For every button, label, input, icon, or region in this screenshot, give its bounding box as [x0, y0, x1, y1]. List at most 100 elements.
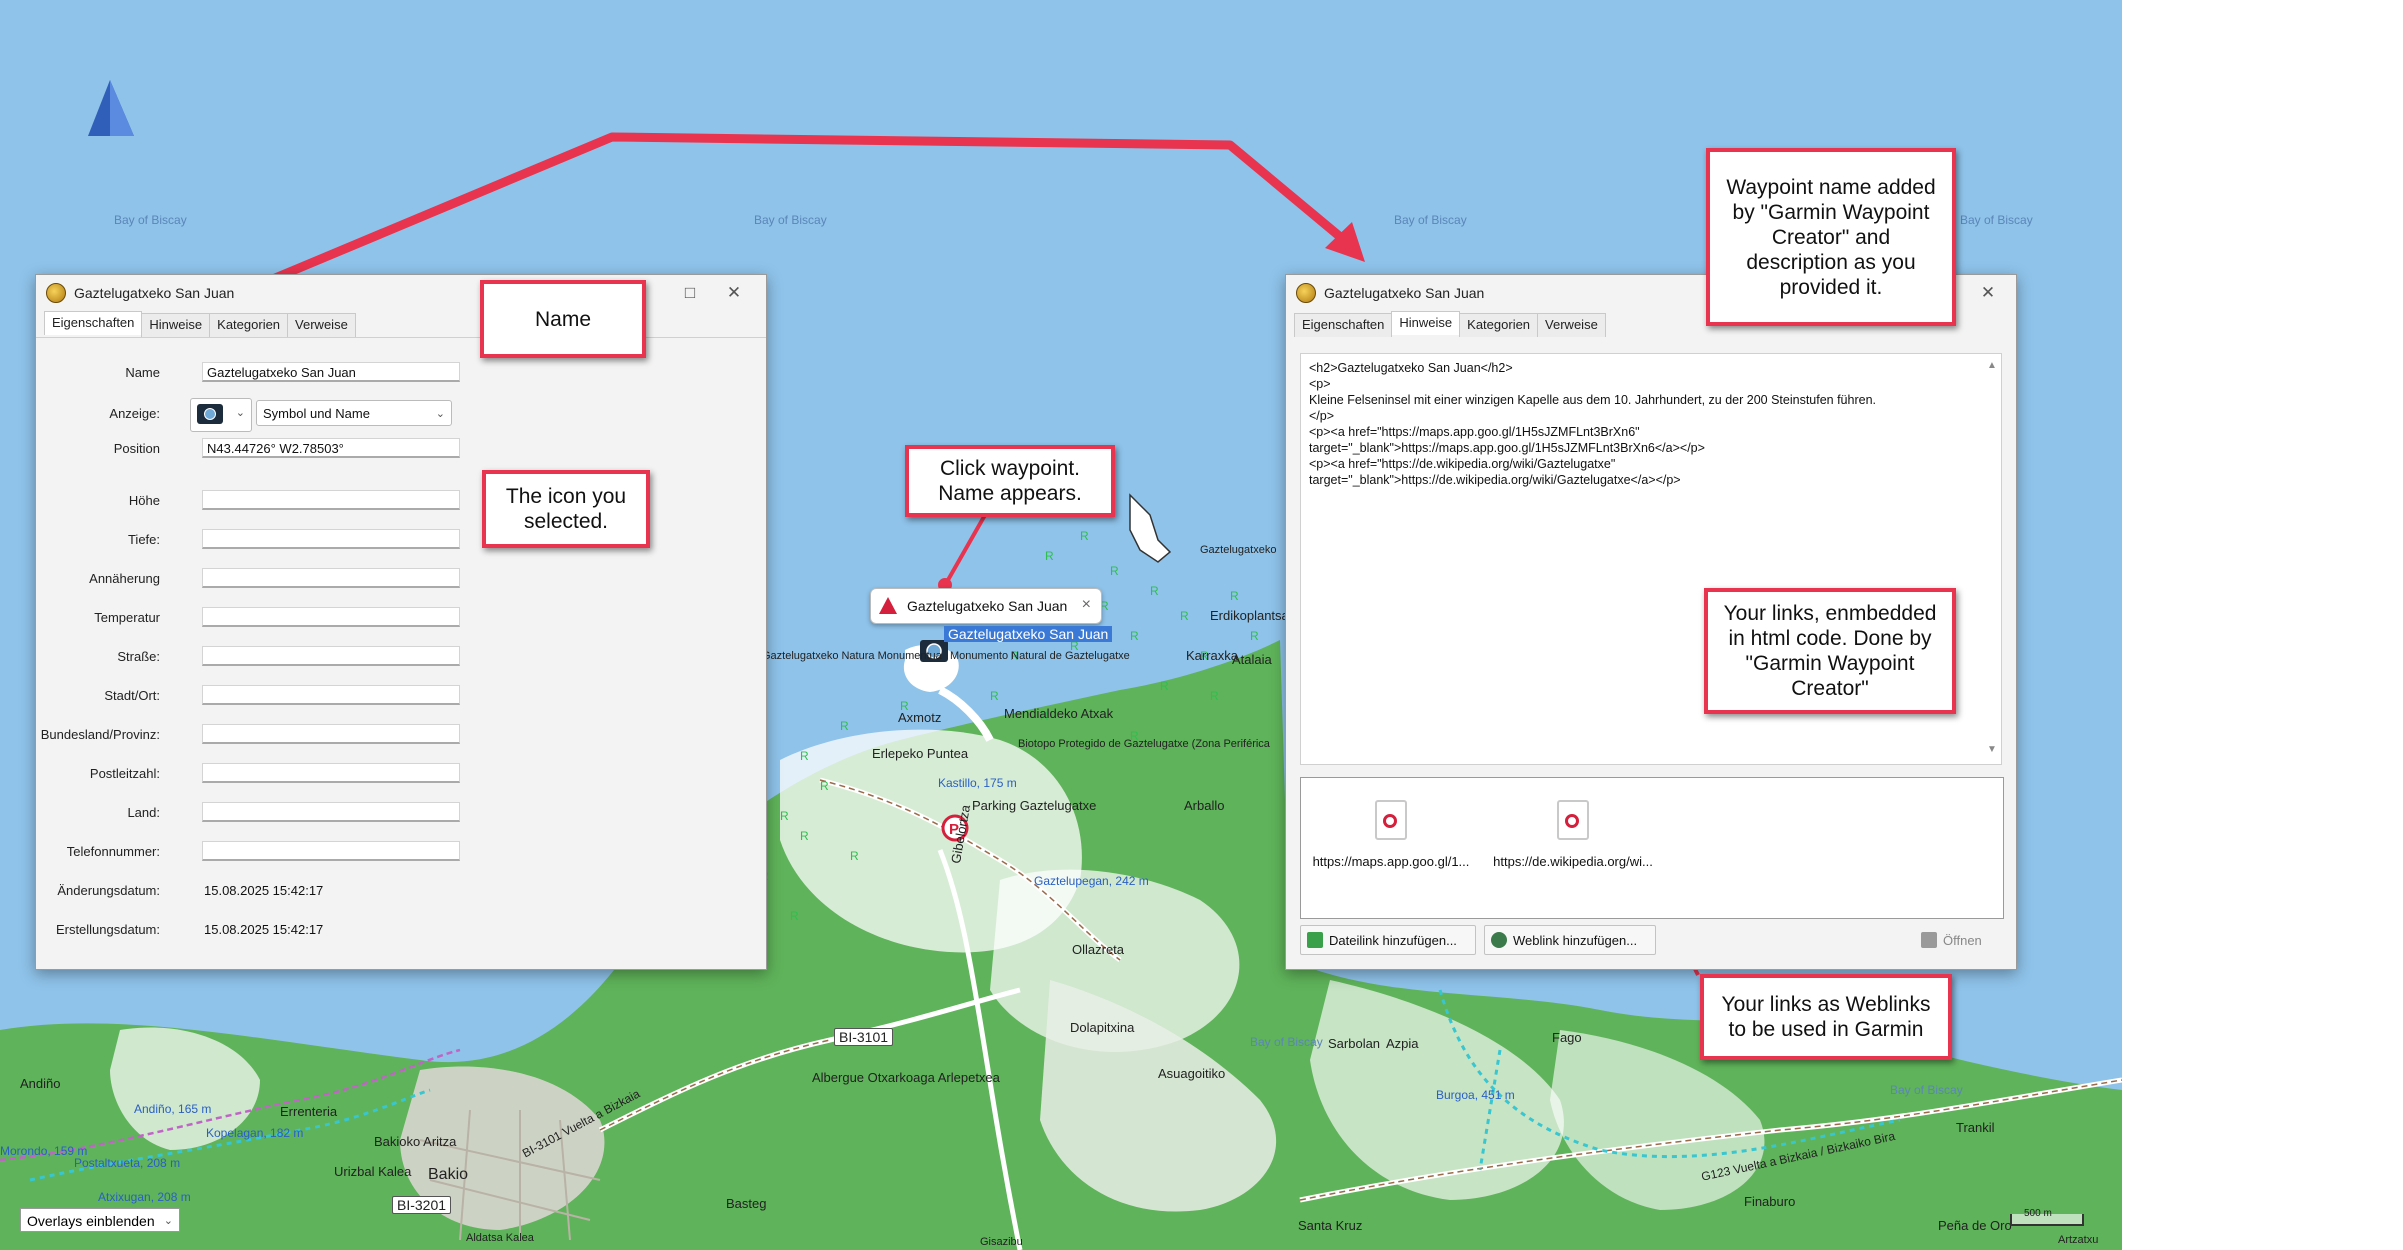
place-label: Bakio — [428, 1166, 469, 1183]
tab-eigenschaften[interactable]: Eigenschaften — [44, 311, 143, 335]
close-icon[interactable]: ✕ — [718, 281, 750, 305]
svg-text:R: R — [790, 909, 799, 923]
weblink-file-icon — [1375, 800, 1407, 840]
add-file-link-button[interactable]: Dateilink hinzufügen... — [1300, 925, 1476, 955]
telefon-field[interactable] — [202, 841, 460, 861]
svg-text:R: R — [800, 829, 809, 843]
notes-line: <p> — [1309, 377, 1331, 391]
svg-text:R: R — [1250, 629, 1259, 643]
open-button[interactable]: Öffnen — [1914, 925, 2002, 955]
name-field[interactable]: Gaztelugatxeko San Juan — [202, 362, 460, 382]
temperatur-label: Temperatur — [94, 610, 160, 625]
anzeige-label: Anzeige: — [109, 406, 160, 421]
road-label: BI-3101 — [834, 1028, 894, 1046]
place-label: Biotopo Protegido de Gaztelugatxe (Zona … — [1018, 738, 1270, 750]
tab-eigenschaften[interactable]: Eigenschaften — [1294, 313, 1393, 337]
place-label: Karraxka — [1186, 648, 1239, 663]
waypoint-triangle-icon — [879, 597, 897, 614]
notes-line: <p><a href="https://maps.app.goo.gl/1H5s… — [1309, 425, 1640, 439]
place-label: Gaztelugatxeko — [1200, 544, 1277, 556]
svg-text:R: R — [820, 779, 829, 793]
notes-line: <h2>Gaztelugatxeko San Juan</h2> — [1309, 361, 1513, 375]
callout-icon: The icon you selected. — [482, 470, 650, 548]
place-label: Errenteria — [280, 1104, 338, 1119]
weblink-item[interactable]: https://de.wikipedia.org/wi... — [1483, 800, 1663, 869]
strasse-field[interactable] — [202, 646, 460, 666]
tiefe-label: Tiefe: — [127, 532, 160, 547]
scroll-up-icon[interactable]: ▲ — [1987, 358, 1997, 374]
peak-label: Andiño, 165 m — [134, 1102, 212, 1116]
notes-line: target="_blank">https://de.wikipedia.org… — [1309, 473, 1681, 487]
temperatur-field[interactable] — [202, 607, 460, 627]
place-label: Artzatxu — [2058, 1234, 2099, 1246]
tab-kategorien[interactable]: Kategorien — [1459, 313, 1539, 337]
scale-label: 500 m — [2024, 1208, 2052, 1219]
app-icon — [46, 283, 66, 303]
symbol-dropdown[interactable]: ⌄ — [190, 398, 252, 432]
strasse-row: Straße: — [36, 644, 476, 670]
svg-text:R: R — [1210, 689, 1219, 703]
waypoint-properties-dialog: Gaztelugatxeko San Juan □ ✕ Eigenschafte… — [35, 274, 767, 970]
popup-close-icon[interactable]: × — [1082, 596, 1091, 614]
plz-row: Postleitzahl: — [36, 761, 476, 787]
weblink-item[interactable]: https://maps.app.goo.gl/1... — [1301, 800, 1481, 869]
tab-verweise[interactable]: Verweise — [287, 313, 356, 337]
scroll-down-icon[interactable]: ▼ — [1987, 742, 1997, 758]
add-file-link-label: Dateilink hinzufügen... — [1329, 932, 1457, 948]
place-label: Trankil — [1956, 1120, 1995, 1135]
plz-field[interactable] — [202, 763, 460, 783]
position-row: Position N43.44726° W2.78503° — [36, 436, 476, 462]
bundesland-field[interactable] — [202, 724, 460, 744]
peak-label: Postaltxueta, 208 m — [74, 1156, 181, 1170]
annaeherung-field[interactable] — [202, 568, 460, 588]
open-arrow-icon — [1921, 932, 1937, 948]
peak-label: Atxixugan, 208 m — [98, 1190, 191, 1204]
tiefe-row: Tiefe: — [36, 527, 476, 553]
svg-text:R: R — [800, 749, 809, 763]
bundesland-row: Bundesland/Provinz: — [36, 722, 476, 748]
chevron-down-icon: ⌄ — [235, 407, 245, 419]
overlay-dropdown[interactable]: Overlays einblenden ⌄ — [20, 1208, 180, 1232]
road-label: BI-3201 — [392, 1196, 452, 1214]
position-field[interactable]: N43.44726° W2.78503° — [202, 438, 460, 458]
tab-verweise[interactable]: Verweise — [1537, 313, 1606, 337]
display-mode-value: Symbol und Name — [263, 406, 370, 421]
waypoint-popup[interactable]: Gaztelugatxeko San Juan × — [870, 588, 1102, 624]
tiefe-field[interactable] — [202, 529, 460, 549]
maximize-icon[interactable]: □ — [674, 281, 706, 305]
name-row: Name Gaztelugatxeko San Juan — [36, 360, 476, 386]
tab-kategorien[interactable]: Kategorien — [209, 313, 289, 337]
place-label: Mendialdeko Atxak — [1004, 706, 1114, 721]
aenderung-label: Änderungsdatum: — [57, 883, 160, 898]
tab-hinweise[interactable]: Hinweise — [1391, 311, 1461, 335]
place-label: Atalaia — [1232, 652, 1272, 667]
notes-scrollbar[interactable]: ▲ ▼ — [1985, 358, 1999, 758]
overlay-dropdown-label: Overlays einblenden — [27, 1213, 155, 1229]
app-icon — [1296, 283, 1316, 303]
svg-text:R: R — [990, 689, 999, 703]
add-web-link-button[interactable]: Weblink hinzufügen... — [1484, 925, 1656, 955]
svg-text:R: R — [1150, 584, 1159, 598]
waypoint-label[interactable]: Gaztelugatxeko San Juan — [944, 626, 1113, 642]
notes-line: </p> — [1309, 409, 1335, 423]
svg-text:R: R — [1180, 609, 1189, 623]
svg-text:R: R — [1130, 629, 1139, 643]
close-icon[interactable]: ✕ — [1972, 281, 2004, 305]
hoehe-field[interactable] — [202, 490, 460, 510]
stadt-field[interactable] — [202, 685, 460, 705]
svg-text:R: R — [1160, 679, 1169, 693]
annaeherung-label: Annäherung — [89, 571, 160, 586]
strasse-label: Straße: — [117, 649, 160, 664]
land-field[interactable] — [202, 802, 460, 822]
display-mode-dropdown[interactable]: Symbol und Name ⌄ — [256, 400, 452, 426]
place-label: Gisazibu — [980, 1236, 1023, 1248]
position-label: Position — [113, 441, 160, 456]
svg-text:R: R — [1110, 564, 1119, 578]
camera-icon — [197, 404, 223, 424]
properties-panel: Name Gaztelugatxeko San Juan Anzeige: ⌄ … — [36, 337, 766, 970]
svg-text:R: R — [1080, 529, 1089, 543]
tab-hinweise[interactable]: Hinweise — [141, 313, 211, 337]
svg-text:R: R — [850, 849, 859, 863]
hoehe-row: Höhe — [36, 488, 476, 514]
place-label: Erlepeko Puntea — [872, 746, 969, 761]
